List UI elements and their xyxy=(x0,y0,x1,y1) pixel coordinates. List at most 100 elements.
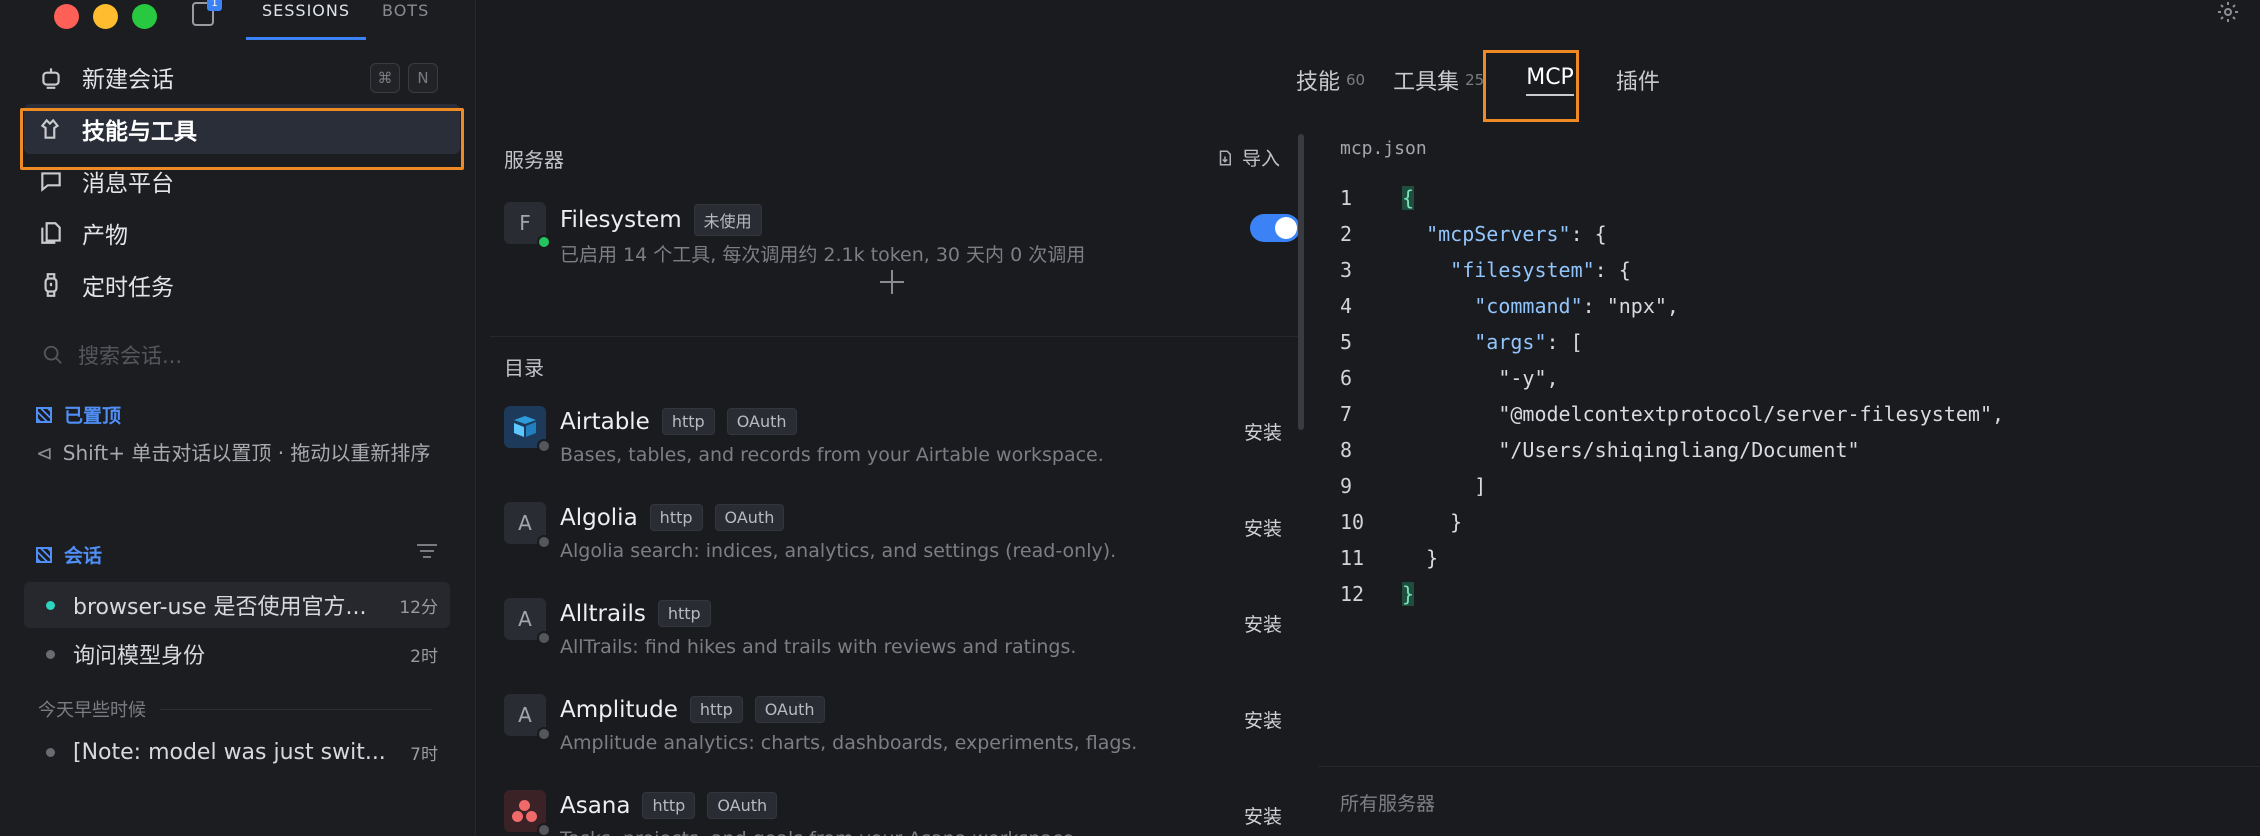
install-button[interactable]: 安装 xyxy=(1244,418,1282,445)
annotation-highlight-mcp xyxy=(1483,50,1579,122)
catalog-name: Airtable xyxy=(560,408,650,435)
catalog-item-amplitude[interactable]: A Amplitude http OAuth Amplitude analyti… xyxy=(504,692,1294,772)
tab-count: 25 xyxy=(1465,71,1485,89)
status-dot xyxy=(537,727,551,741)
tab-count: 60 xyxy=(1346,71,1366,89)
server-name: Filesystem xyxy=(560,207,682,233)
shortcut-n-key: N xyxy=(408,63,438,93)
notification-badge: 1 xyxy=(207,0,222,11)
line-number: 3 xyxy=(1340,258,1353,282)
tab-skills[interactable]: 技能 60 xyxy=(1282,60,1379,100)
status-badge: 未使用 xyxy=(693,204,762,236)
server-row-filesystem[interactable]: F Filesystem 未使用 已启用 14 个工具, 每次调用约 2.1k … xyxy=(504,200,1300,280)
conversation-time: 2时 xyxy=(410,646,438,667)
search-input[interactable]: 搜索会话... xyxy=(78,340,182,370)
install-button[interactable]: 安装 xyxy=(1244,706,1282,733)
sidebar-item-label: 产物 xyxy=(82,223,128,249)
catalog-name-row: Airtable http OAuth xyxy=(560,408,797,435)
all-servers-label[interactable]: 所有服务器 xyxy=(1340,789,1435,816)
sidebar-item-artifacts[interactable]: 产物 xyxy=(24,208,460,258)
code-line: 12} xyxy=(1340,576,2004,612)
import-label: 导入 xyxy=(1241,148,1280,170)
chat-bubble-icon xyxy=(41,172,61,192)
catalog-item-alltrails[interactable]: A Alltrails http AllTrails: find hikes a… xyxy=(504,596,1294,676)
catalog-name: Alltrails xyxy=(560,600,646,627)
catalog-item-asana[interactable]: Asana http OAuth Tasks, projects, and go… xyxy=(504,788,1294,836)
install-button[interactable]: 安装 xyxy=(1244,802,1282,829)
code-line: 7 "@modelcontextprotocol/server-filesyst… xyxy=(1340,396,2004,432)
line-number: 6 xyxy=(1340,366,1353,390)
earlier-today-group: 今天早些时候 xyxy=(38,696,432,722)
servers-title: 服务器 xyxy=(504,148,564,172)
minimize-window-button[interactable] xyxy=(93,4,118,29)
conversations-section-header: 会话 xyxy=(36,541,102,568)
avatar-letter: F xyxy=(519,211,531,235)
pinned-hint-text: Shift+ 单击对话以置顶 · 拖动以重新排序 xyxy=(62,441,431,465)
sidebar-item-scheduled[interactable]: 定时任务 xyxy=(24,260,460,310)
line-number: 8 xyxy=(1340,438,1353,462)
tab-sessions[interactable]: SESSIONS xyxy=(246,0,367,40)
settings-gear-icon[interactable] xyxy=(2216,0,2240,24)
install-button[interactable]: 安装 xyxy=(1244,610,1282,637)
watch-icon xyxy=(44,273,58,297)
status-dot xyxy=(537,631,551,645)
online-status-dot xyxy=(537,235,551,249)
pinned-title: 已置顶 xyxy=(64,405,122,427)
main-tabs: 技能 60 工具集 25 MCP 插件 xyxy=(1282,60,1674,100)
line-number: 5 xyxy=(1340,330,1353,354)
tab-label: 技能 xyxy=(1296,70,1341,95)
status-dot xyxy=(537,439,551,453)
avatar-letter: A xyxy=(518,511,532,535)
active-indicator xyxy=(46,600,55,610)
add-server-button[interactable] xyxy=(880,270,904,294)
conversation-item[interactable]: 询问模型身份 2时 xyxy=(24,631,450,677)
divider xyxy=(490,336,1300,337)
conversation-item[interactable]: browser-use 是否使用官方... 12分 xyxy=(24,582,450,628)
catalog-item-airtable[interactable]: Airtable http OAuth Bases, tables, and r… xyxy=(504,404,1294,484)
line-content: ] xyxy=(1402,474,1487,498)
shortcut-cmd-key: ⌘ xyxy=(370,63,400,93)
tab-bots[interactable]: BOTS xyxy=(366,0,445,40)
tab-toolsets[interactable]: 工具集 25 xyxy=(1379,60,1498,100)
catalog-name-row: Alltrails http xyxy=(560,600,711,627)
catalog-item-algolia[interactable]: A Algolia http OAuth Algolia search: ind… xyxy=(504,500,1294,580)
file-name: mcp.json xyxy=(1340,138,1427,159)
grid-icon xyxy=(36,406,52,423)
catalog-name-row: Amplitude http OAuth xyxy=(560,696,825,723)
install-button[interactable]: 安装 xyxy=(1244,514,1282,541)
zoom-window-button[interactable] xyxy=(132,4,157,29)
protocol-badge: http xyxy=(649,504,703,531)
airtable-logo-icon xyxy=(504,406,551,453)
conversation-item[interactable]: [Note: model was just swit... 7时 xyxy=(24,729,450,775)
import-button[interactable]: 导入 xyxy=(1216,144,1280,171)
catalog-name: Amplitude xyxy=(560,696,678,723)
code-line: 8 "/Users/shiqingliang/Document" xyxy=(1340,432,2004,468)
server-avatar: A xyxy=(504,502,551,549)
catalog-title: 目录 xyxy=(504,356,544,380)
server-enabled-toggle[interactable] xyxy=(1250,214,1300,242)
documents-icon xyxy=(41,222,61,244)
code-line: 11 } xyxy=(1340,540,2004,576)
sidebar-toggle-icon[interactable]: 1 xyxy=(192,0,222,26)
search-conversations[interactable]: 搜索会话... xyxy=(42,340,182,370)
code-editor[interactable]: 1{2 "mcpServers": {3 "filesystem": {4 "c… xyxy=(1340,180,2004,612)
conversations-title: 会话 xyxy=(64,545,103,567)
editor-footer: 所有服务器 xyxy=(1318,766,2260,836)
line-content: } xyxy=(1402,510,1463,534)
server-avatar: F xyxy=(504,202,551,249)
scrollbar[interactable] xyxy=(1298,134,1304,430)
close-window-button[interactable] xyxy=(54,4,79,29)
tab-plugins[interactable]: 插件 xyxy=(1602,60,1674,100)
asana-logo-icon xyxy=(504,790,551,836)
sidebar: 1 SESSIONS BOTS 新建会话 ⌘ N 技能与工具 消息平台 产物 定… xyxy=(0,0,476,836)
code-line: 1{ xyxy=(1340,180,2004,216)
code-line: 3 "filesystem": { xyxy=(1340,252,2004,288)
sidebar-item-label: 定时任务 xyxy=(82,275,174,301)
status-dot xyxy=(46,747,55,757)
group-label: 今天早些时候 xyxy=(38,700,146,721)
catalog-description: Algolia search: indices, analytics, and … xyxy=(560,540,1117,562)
json-editor-panel[interactable]: mcp.json 1{2 "mcpServers": {3 "filesyste… xyxy=(1318,130,2260,836)
filter-icon[interactable] xyxy=(416,544,438,560)
line-content: "@modelcontextprotocol/server-filesystem… xyxy=(1402,402,2005,426)
server-avatar: A xyxy=(504,598,551,645)
